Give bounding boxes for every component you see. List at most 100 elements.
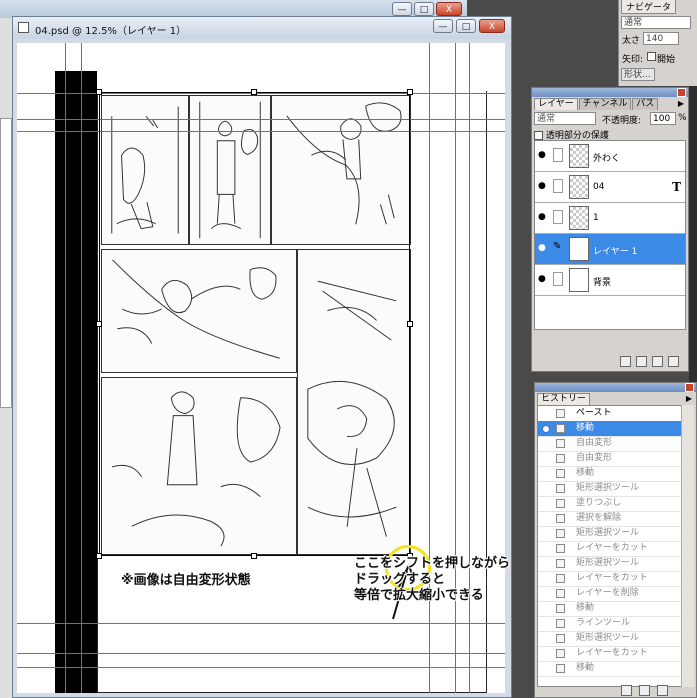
layer-row[interactable]: ● 外わく — [535, 141, 685, 172]
bg-minimize-button[interactable]: — — [392, 2, 412, 16]
history-new-document-icon[interactable] — [639, 685, 650, 696]
history-item[interactable]: 移動 — [538, 466, 681, 482]
doc-close-button[interactable]: X — [479, 19, 505, 33]
layer-name: 外わく — [593, 154, 621, 164]
history-item-label: 移動 — [576, 468, 595, 478]
new-layer-icon[interactable] — [652, 356, 663, 367]
history-item[interactable]: 塗りつぶし — [538, 496, 681, 512]
transform-handle-bottom[interactable] — [251, 553, 257, 559]
layer-link-box[interactable] — [553, 148, 563, 162]
bg-close-button[interactable]: X — [436, 2, 462, 16]
transform-handle-top-left[interactable] — [96, 89, 102, 95]
free-transform-box[interactable] — [99, 92, 410, 556]
history-item[interactable]: 矩形選択ツール — [538, 631, 681, 647]
history-item-label: 矩形選択ツール — [576, 528, 640, 538]
layer-link-box[interactable] — [553, 210, 563, 224]
adjustment-icon[interactable] — [636, 356, 647, 367]
history-item-label: 矩形選択ツール — [576, 558, 640, 568]
lock-transparency-checkbox[interactable] — [534, 131, 543, 140]
tab-channels[interactable]: チャンネル — [578, 98, 632, 110]
layer-link-box[interactable] — [553, 272, 563, 286]
workspace-edge — [689, 86, 697, 382]
history-tabs: ヒストリー — [537, 393, 591, 405]
history-item-active[interactable]: 移動 — [538, 421, 681, 437]
transform-handle-bottom-left[interactable] — [96, 553, 102, 559]
history-state-marker-icon[interactable] — [542, 425, 550, 433]
layer-row[interactable]: ● 1 — [535, 203, 685, 234]
history-item[interactable]: 移動 — [538, 601, 681, 617]
history-item[interactable]: 矩形選択ツール — [538, 481, 681, 497]
history-item[interactable]: ペースト — [538, 406, 681, 422]
history-item-label: レイヤーをカット — [576, 573, 648, 583]
tab-paths[interactable]: パス — [632, 98, 659, 110]
history-close-icon[interactable] — [685, 383, 694, 392]
instruction-line: 等倍で拡大縮小できる — [354, 588, 484, 603]
tab-layers[interactable]: レイヤー — [534, 98, 578, 110]
transform-handle-top-right[interactable] — [407, 89, 413, 95]
history-item[interactable]: ラインツール — [538, 616, 681, 632]
eye-icon[interactable]: ● — [538, 182, 548, 191]
layer-thumbnail — [569, 144, 589, 168]
new-set-icon[interactable] — [620, 356, 631, 367]
guide-line — [81, 43, 82, 693]
eye-icon[interactable]: ● — [538, 213, 548, 222]
text-layer-icon: T — [672, 180, 681, 194]
layers-menu-arrow-icon[interactable]: ▶ — [678, 99, 684, 108]
history-item[interactable]: 選択を解除 — [538, 511, 681, 527]
opacity-input[interactable]: 100 — [650, 112, 676, 125]
eye-icon[interactable]: ● — [538, 151, 548, 160]
history-item[interactable]: レイヤーをカット — [538, 571, 681, 587]
history-step-icon — [556, 499, 565, 508]
bg-maximize-button[interactable]: □ — [414, 2, 434, 16]
layers-panel-titlebar[interactable] — [532, 88, 688, 97]
history-step-icon — [556, 634, 565, 643]
arrow-shape-button[interactable]: 形状... — [621, 68, 655, 81]
history-menu-arrow-icon[interactable]: ▶ — [686, 394, 692, 403]
doc-maximize-button[interactable]: □ — [456, 19, 476, 33]
transform-handle-right[interactable] — [407, 321, 413, 327]
history-step-icon — [556, 409, 565, 418]
thickness-label: 太さ — [622, 36, 641, 46]
tab-history[interactable]: ヒストリー — [537, 393, 591, 405]
document-titlebar[interactable]: 04.psd @ 12.5%（レイヤー 1） — □ X — [13, 17, 511, 39]
layer-link-box[interactable] — [553, 179, 563, 193]
trash-icon[interactable] — [668, 356, 679, 367]
history-item[interactable]: 矩形選択ツール — [538, 556, 681, 572]
arrow-start-checkbox[interactable] — [647, 52, 656, 61]
history-item[interactable]: レイヤーをカット — [538, 541, 681, 557]
blend-mode-select[interactable]: 通常 — [534, 112, 596, 125]
layer-row-selected[interactable]: ● ✎ レイヤー 1 — [535, 234, 685, 265]
history-item[interactable]: 矩形選択ツール — [538, 526, 681, 542]
layer-row[interactable]: ● 04 T — [535, 172, 685, 203]
layer-list: ● 外わく ● 04 T ● 1 ● ✎ レイヤー 1 ● 背景 — [534, 140, 686, 330]
doc-minimize-button[interactable]: — — [433, 19, 453, 33]
history-item[interactable]: 自由変形 — [538, 451, 681, 467]
transform-handle-top[interactable] — [251, 89, 257, 95]
history-item[interactable]: 自由変形 — [538, 436, 681, 452]
history-snapshot-icon[interactable] — [621, 685, 632, 696]
arrow-label: 矢印: — [622, 55, 644, 65]
history-item[interactable]: レイヤーをカット — [538, 646, 681, 662]
history-panel: ヒストリー ▶ ペースト 移動 自由変形 自由変形 移動 矩形選択ツール 塗りつ… — [534, 382, 697, 698]
navigator-panel: ナビゲータ 通常 太さ 140 矢印: 開始 形状... — [618, 0, 697, 86]
guide-line — [17, 667, 505, 668]
layer-row[interactable]: ● 背景 — [535, 265, 685, 296]
eye-icon[interactable]: ● — [538, 275, 548, 284]
layers-close-icon[interactable] — [677, 88, 686, 97]
navigator-mode-field[interactable]: 通常 — [621, 16, 691, 29]
history-item-label: 矩形選択ツール — [576, 483, 640, 493]
history-item[interactable]: レイヤーを削除 — [538, 586, 681, 602]
history-panel-titlebar[interactable] — [535, 383, 696, 392]
history-item-label: ラインツール — [576, 618, 631, 628]
layer-thumbnail — [569, 237, 589, 261]
navigator-tab[interactable]: ナビゲータ — [621, 0, 677, 14]
eye-icon[interactable]: ● — [538, 244, 548, 253]
history-item[interactable]: 移動 — [538, 661, 681, 677]
history-scrollbar[interactable] — [681, 405, 694, 687]
thickness-input[interactable]: 140 — [643, 32, 679, 45]
history-trash-icon[interactable] — [657, 685, 668, 696]
free-transform-note: ※画像は自由変形状態 — [121, 573, 251, 588]
transform-handle-left[interactable] — [96, 321, 102, 327]
history-item-label: 選択を解除 — [576, 513, 622, 523]
layer-thumbnail — [569, 175, 589, 199]
